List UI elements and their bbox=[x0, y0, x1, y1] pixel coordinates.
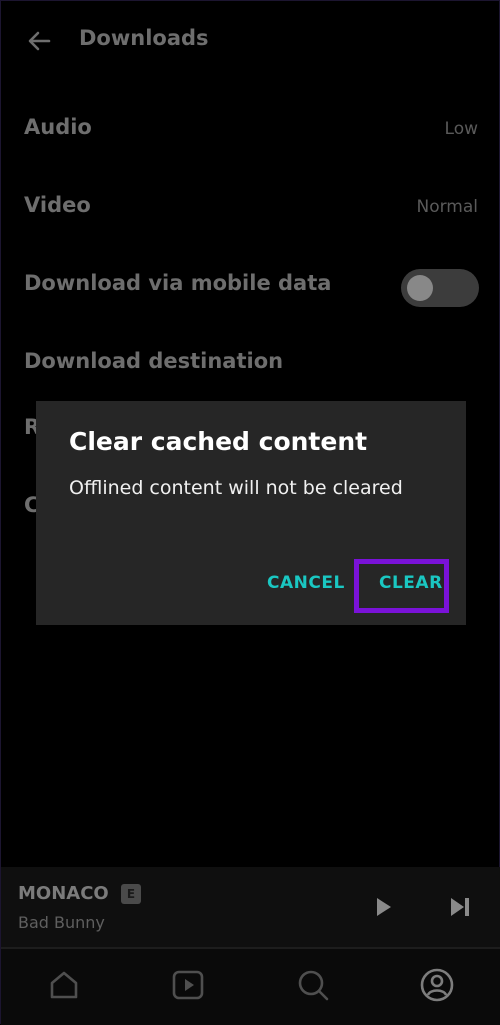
setting-destination-label: Download destination bbox=[24, 349, 284, 373]
home-icon[interactable] bbox=[46, 967, 82, 1003]
setting-video-value: Normal bbox=[416, 197, 478, 217]
track-title: MONACO bbox=[18, 883, 109, 904]
mobile-data-toggle[interactable] bbox=[401, 269, 479, 307]
play-icon[interactable] bbox=[371, 895, 395, 919]
clear-button-highlight: CLEAR bbox=[354, 559, 449, 613]
setting-video[interactable]: Video Normal bbox=[1, 179, 500, 239]
setting-audio-value: Low bbox=[444, 119, 478, 139]
mini-player[interactable]: MONACO E Bad Bunny bbox=[1, 867, 500, 947]
search-icon[interactable] bbox=[295, 967, 331, 1003]
back-arrow-icon[interactable] bbox=[23, 25, 55, 57]
setting-audio[interactable]: Audio Low bbox=[1, 101, 500, 161]
app-screen: Downloads Audio Low Video Normal Downloa… bbox=[0, 0, 500, 1025]
setting-video-label: Video bbox=[24, 193, 91, 217]
track-artist: Bad Bunny bbox=[18, 913, 105, 932]
dialog-title: Clear cached content bbox=[69, 427, 368, 456]
explicit-badge: E bbox=[121, 884, 141, 904]
setting-mobile-data: Download via mobile data bbox=[1, 257, 500, 317]
cancel-button[interactable]: CANCEL bbox=[267, 573, 345, 593]
dialog-message: Offlined content will not be cleared bbox=[69, 477, 403, 499]
toggle-knob bbox=[407, 275, 433, 301]
clear-cache-dialog: Clear cached content Offlined content wi… bbox=[36, 401, 466, 625]
bottom-nav bbox=[1, 949, 500, 1025]
setting-audio-label: Audio bbox=[24, 115, 92, 139]
setting-destination[interactable]: Download destination bbox=[1, 335, 500, 395]
videos-icon[interactable] bbox=[170, 967, 206, 1003]
page-title: Downloads bbox=[79, 26, 209, 50]
setting-mobile-data-label: Download via mobile data bbox=[24, 271, 332, 295]
profile-icon[interactable] bbox=[419, 967, 455, 1003]
clear-button[interactable]: CLEAR bbox=[379, 573, 443, 593]
header: Downloads bbox=[1, 1, 500, 79]
skip-next-icon[interactable] bbox=[447, 895, 473, 919]
